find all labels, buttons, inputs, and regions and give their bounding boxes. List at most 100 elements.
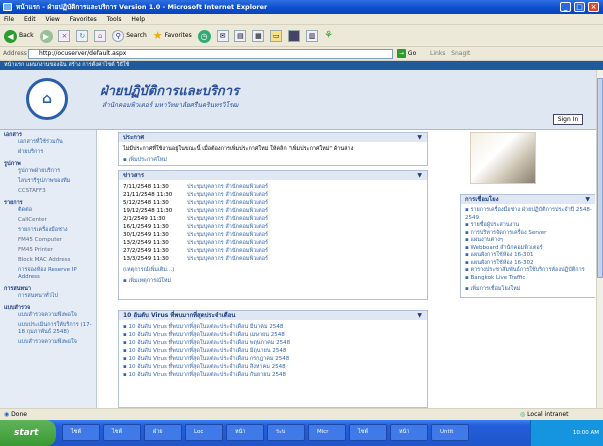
dropdown-triangle-icon[interactable]: ▼: [417, 171, 422, 180]
link-item[interactable]: ▪ Bangkok Live Traffic: [461, 275, 595, 283]
event-link[interactable]: ประชุมบุคลากร สำนักคอมพิวเตอร์: [187, 199, 268, 207]
link-item[interactable]: ▪ การบริหารจัดการเครื่อง Server: [461, 230, 595, 238]
sidebar-item[interactable]: ฝ่ายบริการ: [0, 149, 96, 156]
sidebar-item[interactable]: แบบสำรวจความพึงพอใจ: [0, 312, 96, 319]
sidebar-item[interactable]: รูปภาพฝ่ายบริการ: [0, 168, 96, 175]
sidebar-item[interactable]: ติดต่อ: [0, 207, 96, 214]
event-link[interactable]: ประชุมบุคลากร สำนักคอมพิวเตอร์: [187, 183, 268, 191]
site-nav-bar[interactable]: หน้าแรก แผนกงานของฉัน สร้าง การตั้งค่าไซ…: [0, 61, 603, 70]
sidebar-item[interactable]: การจองห้อง Reserve IP Address: [0, 267, 96, 281]
sidebar-item[interactable]: Block MAC Address: [0, 257, 96, 264]
favorites-button[interactable]: ★ Favorites: [153, 25, 192, 46]
taskbar-button[interactable]: Untit: [431, 424, 469, 441]
event-link[interactable]: ประชุมบุคลากร สำนักคอมพิวเตอร์: [187, 207, 268, 215]
event-link[interactable]: ประชุมบุคลากร สำนักคอมพิวเตอร์: [187, 255, 268, 263]
messenger-button[interactable]: [288, 30, 301, 42]
close-button[interactable]: ×: [588, 2, 599, 12]
link-item[interactable]: ▪ รายชื่อผู้ประสานงาน: [461, 222, 595, 230]
dropdown-triangle-icon[interactable]: ▼: [417, 311, 422, 320]
virus-report-link[interactable]: ▪ 10 อันดับ Virus ที่พบมากที่สุดในแต่ละป…: [123, 347, 423, 355]
links-title[interactable]: การเชื่อมโยง: [465, 196, 499, 203]
event-link[interactable]: ประชุมบุคลากร สำนักคอมพิวเตอร์: [187, 223, 268, 231]
event-link[interactable]: ประชุมบุคลากร สำนักคอมพิวเตอร์: [187, 191, 268, 199]
media-button[interactable]: ⚘: [324, 25, 333, 46]
sidebar-section-title[interactable]: รายการ: [0, 198, 96, 207]
sidebar-item[interactable]: เอกสารที่ใช้ร่วมกัน: [0, 139, 96, 146]
discuss-button[interactable]: ▭: [270, 30, 283, 42]
sidebar-item[interactable]: FM45 Computer: [0, 237, 96, 244]
go-button[interactable]: → Go: [397, 49, 419, 59]
taskbar-button[interactable]: Micr: [308, 424, 346, 441]
taskbar-button[interactable]: หน้า: [390, 424, 428, 441]
links-label[interactable]: Links: [430, 50, 445, 57]
taskbar-button[interactable]: ฝ่าย: [144, 424, 182, 441]
research-button[interactable]: ▥: [306, 30, 319, 42]
link-item[interactable]: ▪ Webboard สำนักคอมพิวเตอร์: [461, 245, 595, 253]
mail-button[interactable]: ✉: [216, 30, 229, 42]
virus-report-link[interactable]: ▪ 10 อันดับ Virus ที่พบมากที่สุดในแต่ละป…: [123, 339, 423, 347]
scrollbar-thumb[interactable]: [597, 78, 603, 278]
link-item[interactable]: ▪ แผนงานต่างๆ: [461, 237, 595, 245]
edit-button[interactable]: ▦: [252, 30, 265, 42]
sidebar-item[interactable]: ไลบรารีรูปภาพของทีม: [0, 178, 96, 185]
virus-report-link[interactable]: ▪ 10 อันดับ Virus ที่พบมากที่สุดในแต่ละป…: [123, 371, 423, 379]
menu-file[interactable]: File: [0, 14, 18, 25]
taskbar-button[interactable]: ระบ: [267, 424, 305, 441]
stop-button[interactable]: ×: [58, 30, 71, 42]
taskbar-button[interactable]: ไซต์: [103, 424, 141, 441]
taskbar-button[interactable]: Loc: [185, 424, 223, 441]
sidebar-item[interactable]: CallCenter: [0, 217, 96, 224]
taskbar-button[interactable]: หน้า: [226, 424, 264, 441]
event-link[interactable]: ประชุมบุคลากร สำนักคอมพิวเตอร์: [187, 215, 268, 223]
maximize-button[interactable]: □: [574, 2, 585, 12]
link-item[interactable]: ▪ ตารางประชาสัมพันธ์การใช้บริการห้องปฏิบ…: [461, 267, 595, 275]
sidebar-section-title[interactable]: แบบสำรวจ: [0, 303, 96, 312]
menu-favorites[interactable]: Favorites: [66, 14, 101, 25]
taskbar-button[interactable]: ไซต์: [62, 424, 100, 441]
virus-title[interactable]: 10 อันดับ Virus ที่พบมากที่สุดประจำเดือน: [123, 312, 235, 319]
virus-report-link[interactable]: ▪ 10 อันดับ Virus ที่พบมากที่สุดในแต่ละป…: [123, 355, 423, 363]
menu-edit[interactable]: Edit: [20, 14, 40, 25]
history-button[interactable]: ◷: [197, 29, 211, 43]
sidebar-section-title[interactable]: เอกสาร: [0, 130, 96, 139]
sign-in-button[interactable]: Sign In: [553, 114, 583, 125]
sidebar-section-title[interactable]: การสนทนา: [0, 284, 96, 293]
event-link[interactable]: ประชุมบุคลากร สำนักคอมพิวเตอร์: [187, 239, 268, 247]
dropdown-triangle-icon[interactable]: ▼: [585, 195, 590, 204]
announcements-title[interactable]: ประกาศ: [123, 134, 144, 141]
more-events-link[interactable]: (เหตุการณ์เพิ่มเติม...): [123, 266, 423, 274]
event-link[interactable]: ประชุมบุคลากร สำนักคอมพิวเตอร์: [187, 247, 268, 255]
event-link[interactable]: ประชุมบุคลากร สำนักคอมพิวเตอร์: [187, 231, 268, 239]
sidebar-item[interactable]: CCSTAFF3: [0, 188, 96, 195]
forward-button[interactable]: ▶: [39, 29, 53, 43]
refresh-button[interactable]: ↻: [76, 30, 89, 42]
virus-report-link[interactable]: ▪ 10 อันดับ Virus ที่พบมากที่สุดในแต่ละป…: [123, 363, 423, 371]
link-item[interactable]: ▪ แผนผังการใช้ห้อง 16-302: [461, 260, 595, 268]
sidebar-item[interactable]: FM45 Printer: [0, 247, 96, 254]
sidebar-item[interactable]: รายการเครื่องมือช่าง: [0, 227, 96, 234]
sidebar-section-title[interactable]: รูปภาพ: [0, 159, 96, 168]
vertical-scrollbar[interactable]: [596, 70, 603, 408]
menu-view[interactable]: View: [42, 14, 64, 25]
back-button[interactable]: ◀ Back: [4, 25, 34, 46]
home-button[interactable]: ⌂: [94, 30, 107, 42]
snagit-label[interactable]: SnagIt: [451, 50, 470, 57]
events-title[interactable]: ข่าวสาร: [123, 172, 144, 179]
taskbar-button[interactable]: ไซต์: [349, 424, 387, 441]
sidebar-item[interactable]: แบบประเมินการให้บริการ (17-18 กุมภาพันธ์…: [0, 322, 96, 336]
sidebar-item[interactable]: แบบสำรวจความพึงพอใจ: [0, 339, 96, 346]
add-announcement-link[interactable]: ▪ เพิ่มประกาศใหม่: [123, 156, 423, 164]
address-input[interactable]: http://ocuserver/default.aspx: [28, 49, 393, 59]
print-button[interactable]: ▤: [234, 30, 247, 42]
add-event-link[interactable]: ▪ เพิ่มเหตุการณ์ใหม่: [123, 277, 423, 285]
menu-tools[interactable]: Tools: [103, 14, 126, 25]
sidebar-item[interactable]: การสนทนาทั่วไป: [0, 293, 96, 300]
add-link-link[interactable]: ▪ เพิ่มการเชื่อมโยงใหม่: [461, 286, 595, 294]
link-item[interactable]: ▪ แผนผังการใช้ห้อง 16-301: [461, 252, 595, 260]
dropdown-triangle-icon[interactable]: ▼: [417, 133, 422, 142]
menu-help[interactable]: Help: [127, 14, 149, 25]
start-button[interactable]: start: [0, 420, 56, 446]
search-button[interactable]: ⚲ Search: [112, 25, 147, 46]
virus-report-link[interactable]: ▪ 10 อันดับ Virus ที่พบมากที่สุดในแต่ละป…: [123, 331, 423, 339]
virus-report-link[interactable]: ▪ 10 อันดับ Virus ที่พบมากที่สุดในแต่ละป…: [123, 323, 423, 331]
